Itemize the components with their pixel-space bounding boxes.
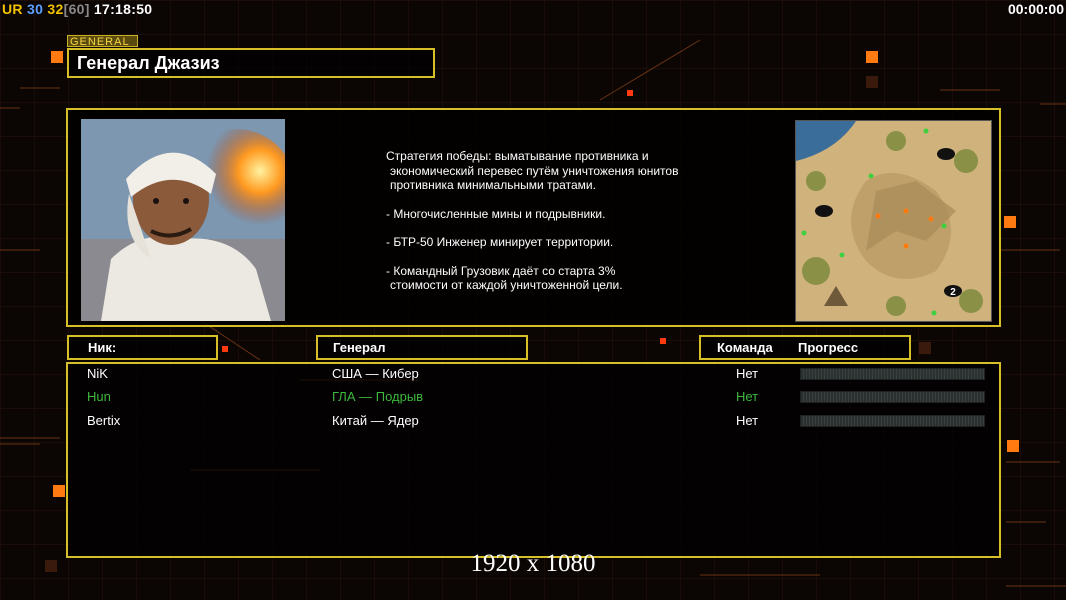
feature-bullet-truck-line2: стоимости от каждой уничтоженной цели. <box>390 278 623 292</box>
resolution-label: 1920 x 1080 <box>470 550 596 577</box>
strategy-text-line3: противника минимальными тратами. <box>390 178 596 192</box>
feature-bullet-mines: - Многочисленные мины и подрывники. <box>386 206 606 221</box>
player-row: Hun ГЛА — Подрыв Нет <box>68 387 999 407</box>
feature-bullet-btr: - БТР-50 Инженер минирует территории. <box>386 235 614 249</box>
fps-cap: [60] <box>63 1 90 17</box>
player-progress-bar <box>800 391 985 403</box>
player-progress-bar <box>800 368 985 380</box>
player-general: Китай — Ядер <box>332 413 419 428</box>
game-timer: 00:00:00 <box>1007 1 1064 17</box>
general-portrait <box>81 119 285 321</box>
player-nick: NiK <box>87 366 108 381</box>
player-team: Нет <box>736 413 759 428</box>
player-progress-bar <box>800 415 985 427</box>
column-header-team-progress: Команда Прогресс <box>699 335 911 360</box>
general-description: Стратегия победы: выматывание противника… <box>386 149 746 307</box>
player-team: Нет <box>736 366 759 381</box>
column-header-general: Генерал <box>316 335 528 360</box>
player-team: Нет <box>736 389 759 404</box>
general-info-panel: Стратегия победы: выматывание противника… <box>66 108 1001 327</box>
feature-bullet-truck-line1: - Командный Грузовик даёт со старта 3% <box>386 263 616 278</box>
player-general: США — Кибер <box>332 366 419 381</box>
fps-value-a: 30 <box>27 1 44 17</box>
player-nick: Bertix <box>87 413 121 428</box>
player-nick: Hun <box>87 389 111 404</box>
player-start-marker: 2 <box>950 287 956 298</box>
column-header-progress: Прогресс <box>798 340 859 355</box>
column-header-nick: Ник: <box>67 335 218 360</box>
fps-value-b: 32 <box>47 1 64 17</box>
strategy-text-line1: Стратегия победы: выматывание противника… <box>386 149 649 163</box>
general-tag: GENERAL <box>67 35 138 48</box>
map-preview[interactable]: 2 <box>795 120 992 322</box>
player-row: NiK США — Кибер Нет <box>68 364 999 384</box>
column-header-team: Команда <box>717 340 773 355</box>
system-clock: 17:18:50 <box>93 1 153 17</box>
player-row: Bertix Китай — Ядер Нет <box>68 411 999 431</box>
general-title: Генерал Джазиз <box>67 48 435 78</box>
ur-label: UR <box>2 1 23 17</box>
player-general: ГЛА — Подрыв <box>332 389 424 404</box>
fps-clock-readout: UR 30 32[60] 17:18:50 <box>2 1 152 17</box>
strategy-text-line2: экономический перевес путём уничтожения … <box>390 163 679 178</box>
players-list: NiK США — Кибер Нет Hun ГЛА — Подрыв Нет… <box>66 362 1001 558</box>
